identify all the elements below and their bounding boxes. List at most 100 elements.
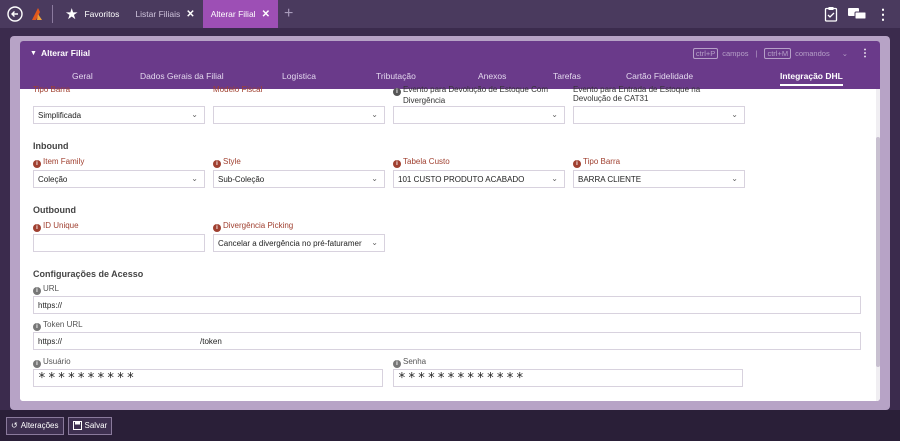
info-icon: i (393, 88, 401, 96)
alteracoes-button[interactable]: ↺ Alterações (6, 416, 64, 435)
style-select[interactable]: Sub-Coleção ⌄ (213, 170, 385, 188)
modelo-fiscal-select[interactable]: ⌄ (213, 106, 385, 124)
senha-input[interactable]: ************* (393, 369, 743, 387)
collapse-icon[interactable]: ▼ (30, 50, 37, 57)
info-icon: i (33, 224, 41, 232)
info-icon: i (33, 360, 41, 368)
shortcut-divider: | (755, 48, 758, 58)
evento-devolucao-select[interactable]: ⌄ (393, 106, 565, 124)
add-tab-button[interactable]: + (284, 5, 293, 23)
panel-header[interactable]: ▼ Alterar Filial ctrl+P campos | ctrl+M … (20, 41, 880, 65)
evento-entrada-select[interactable]: ⌄ (573, 106, 745, 124)
tab-integracao-dhl[interactable]: Integração DHL (780, 71, 843, 86)
chat-icon (848, 8, 866, 20)
more-vertical-icon: ⋮ (876, 6, 890, 22)
token-url-input[interactable]: https:// /token (33, 332, 861, 350)
shortcut-key: ctrl+M (764, 47, 792, 59)
token-url-label: i Token URL (33, 320, 83, 331)
logo-icon (32, 8, 42, 20)
chevron-down-icon: ⌄ (731, 110, 738, 119)
save-icon (72, 421, 82, 430)
tabela-custo-label: i Tabela Custo (393, 157, 450, 168)
alteracoes-label: Alterações (20, 421, 59, 430)
back-arrow-icon (7, 6, 23, 22)
token-url-suffix: /token (200, 336, 222, 346)
acesso-heading: Configurações de Acesso (33, 269, 144, 279)
chevron-down-icon: ⌄ (191, 174, 198, 183)
item-family-label: i Item Family (33, 157, 84, 168)
tab-label: Alterar Filial (210, 9, 256, 19)
tab-geral[interactable]: Geral (72, 71, 93, 81)
app-logo[interactable] (26, 3, 48, 25)
more-menu-button[interactable]: ⋮ (872, 3, 894, 25)
chevron-down-icon: ⌄ (371, 238, 378, 247)
tipo-barra-inbound-select[interactable]: BARRA CLIENTE ⌄ (573, 170, 745, 188)
info-icon: i (393, 160, 401, 168)
star-icon: ★ (65, 6, 79, 23)
shortcut-text[interactable]: comandos (795, 49, 830, 58)
tab-cartao-fidelidade[interactable]: Cartão Fidelidade (626, 71, 693, 81)
top-bar-actions: ⋮ (820, 0, 894, 28)
info-icon: i (393, 360, 401, 368)
tab-tarefas[interactable]: Tarefas (553, 71, 581, 81)
back-button[interactable] (4, 3, 26, 25)
tab-anexos[interactable]: Anexos (478, 71, 506, 81)
close-icon[interactable]: ✕ (262, 9, 270, 20)
info-icon: i (33, 287, 41, 295)
chevron-down-icon: ⌄ (371, 174, 378, 183)
bottom-bar: ↺ Alterações Salvar (0, 410, 900, 441)
tab-label: Listar Filiais (135, 9, 181, 19)
modelo-fiscal-label: Modelo Fiscal (213, 85, 263, 94)
scrollbar-thumb[interactable] (876, 137, 880, 367)
url-input[interactable]: https:// (33, 296, 861, 314)
close-icon[interactable]: ✕ (186, 9, 194, 20)
divergencia-picking-select[interactable]: Cancelar a divergência no pré-faturamer ⌄ (213, 234, 385, 252)
evento-entrada-label: Evento para Entrada de Estoque na Devolu… (573, 85, 701, 103)
usuario-label: i Usuário (33, 357, 71, 368)
tipo-barra-label: i Tipo Barra (573, 157, 620, 168)
outbound-heading: Outbound (33, 205, 76, 215)
chevron-down-icon: ⌄ (551, 174, 558, 183)
usuario-input[interactable]: ********** (33, 369, 383, 387)
id-unique-input[interactable] (33, 234, 205, 252)
chevron-down-icon: ⌄ (551, 110, 558, 119)
chat-button[interactable] (846, 3, 868, 25)
clipboard-check-icon (824, 7, 838, 22)
vertical-scrollbar[interactable] (876, 89, 880, 401)
senha-label: i Senha (393, 357, 426, 368)
divergencia-picking-label: i Divergência Picking (213, 221, 293, 232)
tab-logistica[interactable]: Logística (282, 71, 316, 81)
panel-title: Alterar Filial (40, 48, 91, 58)
url-label: i URL (33, 284, 59, 295)
clipboard-button[interactable] (820, 3, 842, 25)
info-icon: i (573, 160, 581, 168)
top-bar: ★ Favoritos Listar Filiais ✕ Alterar Fil… (0, 0, 900, 28)
favorites-button[interactable]: ★ Favoritos (57, 0, 127, 28)
chevron-down-icon[interactable]: ⌄ (842, 49, 848, 58)
info-icon: i (213, 224, 221, 232)
shortcut-text[interactable]: campos (722, 49, 748, 58)
tipo-barra-select[interactable]: Simplificada ⌄ (33, 106, 205, 124)
tab-listar-filiais[interactable]: Listar Filiais ✕ (127, 0, 202, 28)
tab-alterar-filial[interactable]: Alterar Filial ✕ (202, 0, 278, 28)
inbound-heading: Inbound (33, 141, 69, 151)
chevron-down-icon: ⌄ (371, 110, 378, 119)
divider (52, 5, 53, 23)
panel-menu-icon[interactable]: ⋮ (860, 48, 870, 59)
info-icon: i (33, 323, 41, 331)
tabela-custo-select[interactable]: 101 CUSTO PRODUTO ACABADO ⌄ (393, 170, 565, 188)
favorites-label: Favoritos (84, 9, 120, 19)
salvar-label: Salvar (84, 421, 108, 430)
chevron-down-icon: ⌄ (191, 110, 198, 119)
salvar-button[interactable]: Salvar (67, 416, 113, 435)
tab-tributacao[interactable]: Tributação (376, 71, 416, 81)
form-content: Tipo Barra Modelo Fiscal i Evento para De… (20, 85, 876, 401)
evento-devolucao-label: i Evento para Devolução de Estoque Com Di… (393, 85, 548, 105)
alterar-filial-panel: ▼ Alterar Filial ctrl+P campos | ctrl+M … (20, 41, 880, 401)
info-icon: i (213, 160, 221, 168)
shortcut-key: ctrl+P (692, 47, 719, 59)
tipo-barra-top-label: Tipo Barra (33, 85, 71, 94)
item-family-select[interactable]: Coleção ⌄ (33, 170, 205, 188)
shortcuts: ctrl+P campos | ctrl+M comandos ⌄ ⋮ (692, 41, 870, 65)
tab-dados-gerais[interactable]: Dados Gerais da Filial (140, 71, 224, 81)
